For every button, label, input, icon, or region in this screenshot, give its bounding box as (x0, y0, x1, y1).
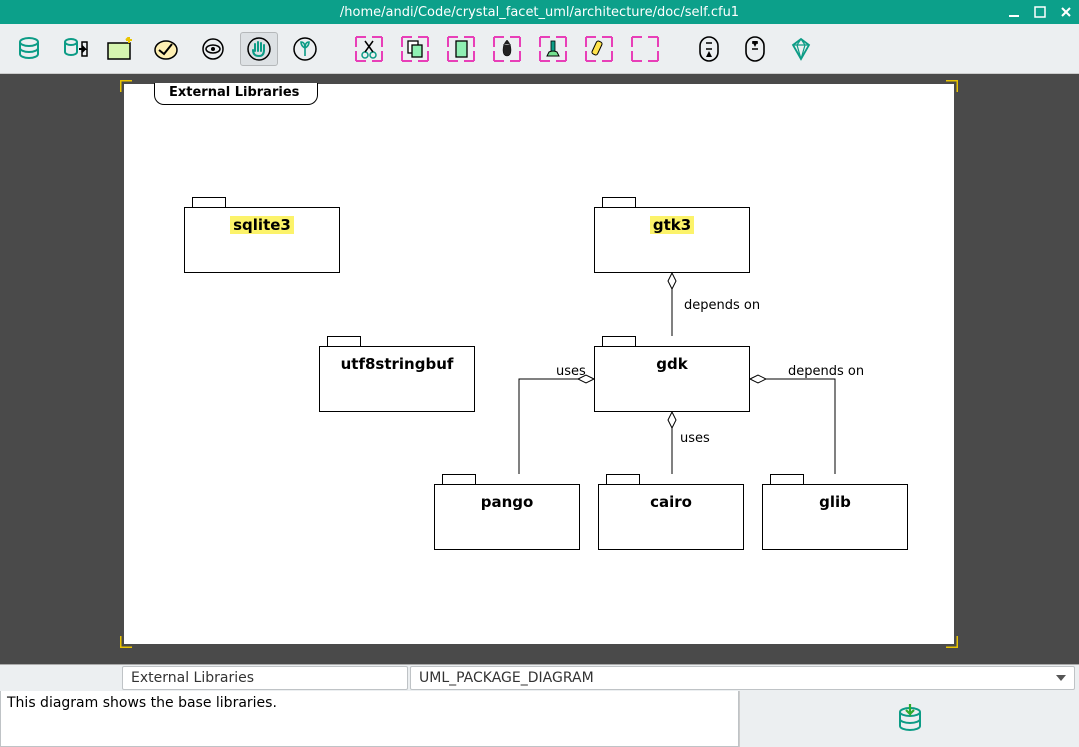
relationship-label[interactable]: uses (680, 431, 710, 446)
package-utf8stringbuf[interactable]: utf8stringbuf (319, 346, 475, 412)
sprout-icon[interactable] (286, 32, 324, 66)
commit-button[interactable] (739, 691, 1079, 747)
relationship-label[interactable]: depends on (684, 298, 760, 313)
package-label: gtk3 (650, 216, 694, 234)
package-label: glib (819, 493, 851, 511)
element-name-input[interactable]: External Libraries (122, 666, 408, 690)
bookmark-icon[interactable] (534, 32, 572, 66)
element-type-select[interactable]: UML_PACKAGE_DIAGRAM (410, 666, 1075, 690)
property-editor: External Libraries UML_PACKAGE_DIAGRAM T… (0, 664, 1079, 747)
package-label: cairo (650, 493, 692, 511)
element-type-value: UML_PACKAGE_DIAGRAM (419, 670, 594, 686)
new-window-icon[interactable] (102, 32, 140, 66)
paste-icon[interactable] (442, 32, 480, 66)
package-sqlite3[interactable]: sqlite3 (184, 207, 340, 273)
package-glib[interactable]: glib (762, 484, 908, 550)
package-label: pango (481, 493, 534, 511)
package-cairo[interactable]: cairo (598, 484, 744, 550)
element-description-input[interactable]: This diagram shows the base libraries. (0, 691, 739, 747)
package-label: gdk (656, 355, 687, 373)
diamond-icon[interactable] (782, 32, 820, 66)
undo-icon[interactable] (690, 32, 728, 66)
main-toolbar (0, 24, 1079, 74)
redo-icon[interactable] (736, 32, 774, 66)
database-commit-icon (896, 704, 924, 734)
reset-select-icon[interactable] (626, 32, 664, 66)
diagram-canvas[interactable]: External Libraries depends on uses uses … (124, 84, 954, 644)
window-controls (1007, 0, 1073, 24)
window-titlebar: /home/andi/Code/crystal_facet_uml/archit… (0, 0, 1079, 24)
hand-tool-icon[interactable] (240, 32, 278, 66)
package-pango[interactable]: pango (434, 484, 580, 550)
corner-mark-icon (120, 80, 136, 96)
new-diagram-icon[interactable] (148, 32, 186, 66)
close-button[interactable] (1059, 5, 1073, 19)
copy-icon[interactable] (396, 32, 434, 66)
delete-icon[interactable] (488, 32, 526, 66)
package-label: sqlite3 (230, 216, 294, 234)
corner-mark-icon (120, 632, 136, 648)
package-gtk3[interactable]: gtk3 (594, 207, 750, 273)
diagram-frame-title-label: External Libraries (169, 85, 299, 100)
window-title: /home/andi/Code/crystal_facet_uml/archit… (340, 5, 739, 20)
element-name-value: External Libraries (131, 670, 254, 686)
export-icon[interactable] (56, 32, 94, 66)
package-gdk[interactable]: gdk (594, 346, 750, 412)
diagram-area: External Libraries depends on uses uses … (0, 74, 1079, 664)
corner-mark-icon (942, 80, 958, 96)
element-description-value: This diagram shows the base libraries. (7, 695, 277, 711)
cut-icon[interactable] (350, 32, 388, 66)
highlight-icon[interactable] (580, 32, 618, 66)
relationship-label[interactable]: depends on (788, 364, 864, 379)
corner-mark-icon (942, 632, 958, 648)
maximize-button[interactable] (1033, 5, 1047, 19)
relationship-label[interactable]: uses (556, 364, 586, 379)
diagram-frame-title[interactable]: External Libraries (154, 83, 318, 105)
minimize-button[interactable] (1007, 5, 1021, 19)
database-icon[interactable] (10, 32, 48, 66)
view-icon[interactable] (194, 32, 232, 66)
package-label: utf8stringbuf (341, 355, 454, 373)
